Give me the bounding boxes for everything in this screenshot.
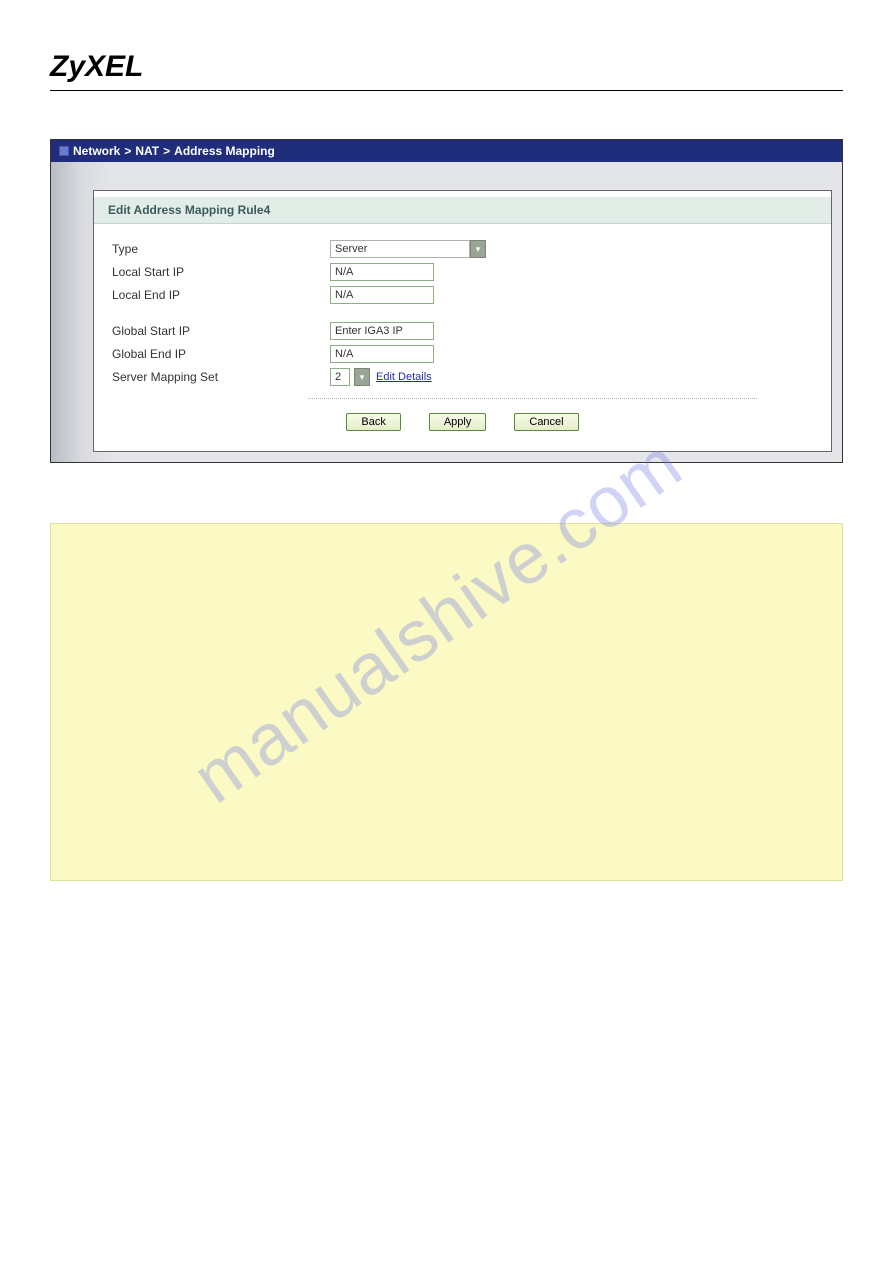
label-server-mapping-set: Server Mapping Set [108,370,330,384]
apply-button[interactable]: Apply [429,413,487,431]
type-value: Server [330,240,470,258]
label-global-start-ip: Global Start IP [108,324,330,338]
label-local-end-ip: Local End IP [108,288,330,302]
row-global-end: Global End IP N/A [108,343,817,365]
notes-box [50,523,843,881]
chevron-down-icon[interactable]: ▾ [354,368,370,386]
label-local-start-ip: Local Start IP [108,265,330,279]
breadcrumb-item-address-mapping[interactable]: Address Mapping [174,144,275,158]
edit-details-link[interactable]: Edit Details [376,371,432,383]
input-local-end-ip[interactable]: N/A [330,286,434,304]
row-type: Type Server ▾ [108,238,817,260]
label-global-end-ip: Global End IP [108,347,330,361]
panel-body: Edit Address Mapping Rule4 Type Server ▾… [51,162,842,462]
breadcrumb-separator: > [163,144,170,158]
button-row: Back Apply Cancel [108,409,817,441]
row-global-start: Global Start IP Enter IGA3 IP [108,320,817,342]
breadcrumb-item-network[interactable]: Network [73,144,120,158]
back-button[interactable]: Back [346,413,400,431]
form-card: Edit Address Mapping Rule4 Type Server ▾… [93,190,832,452]
input-global-end-ip[interactable]: N/A [330,345,434,363]
cancel-button[interactable]: Cancel [514,413,578,431]
input-local-start-ip[interactable]: N/A [330,263,434,281]
breadcrumb-icon [59,146,69,156]
type-dropdown[interactable]: Server ▾ [330,240,486,258]
row-local-start: Local Start IP N/A [108,261,817,283]
separator [308,398,757,399]
row-mapping-set: Server Mapping Set 2 ▾ Edit Details [108,366,817,388]
config-panel: Network > NAT > Address Mapping Edit Add… [50,139,843,463]
section-title: Edit Address Mapping Rule4 [94,191,831,224]
breadcrumb: Network > NAT > Address Mapping [51,140,842,162]
breadcrumb-item-nat[interactable]: NAT [135,144,159,158]
breadcrumb-separator: > [124,144,131,158]
form-area: Type Server ▾ Local Start IP N/A Local E… [94,224,831,451]
mapping-set-dropdown[interactable]: 2 ▾ Edit Details [330,368,432,386]
brand-logo: ZyXEL [50,50,843,91]
chevron-down-icon[interactable]: ▾ [470,240,486,258]
input-global-start-ip[interactable]: Enter IGA3 IP [330,322,434,340]
label-type: Type [108,242,330,256]
mapping-set-value: 2 [330,368,350,386]
row-local-end: Local End IP N/A [108,284,817,306]
